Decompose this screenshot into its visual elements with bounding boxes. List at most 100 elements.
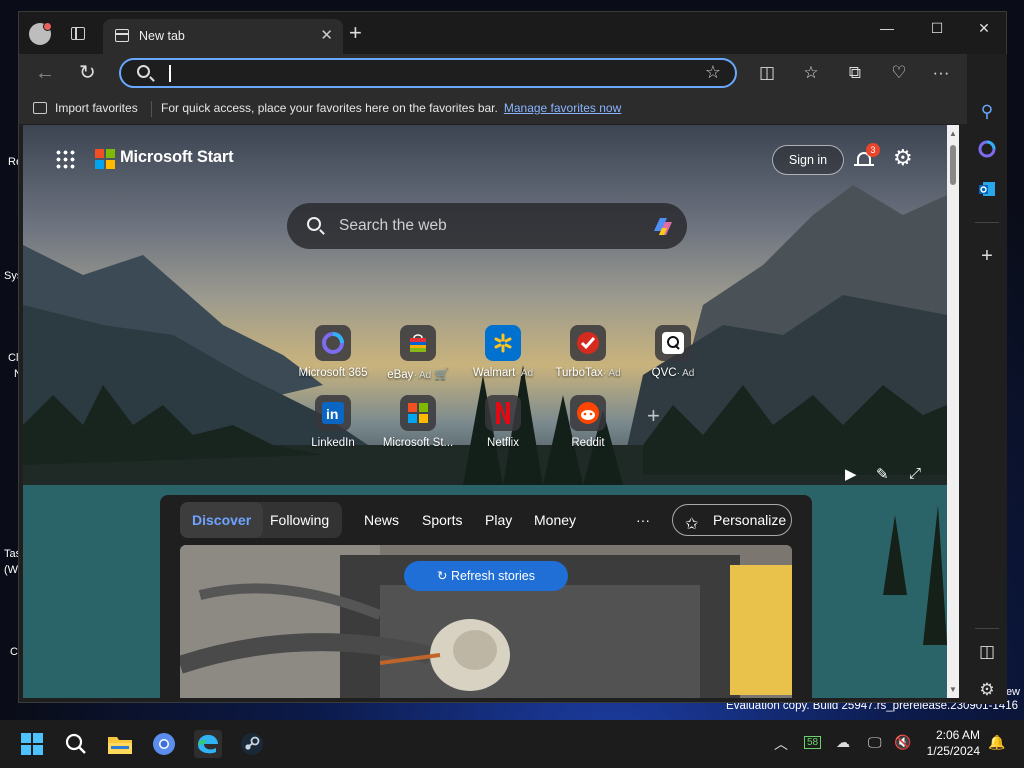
feed-link-sports[interactable]: Sports: [422, 502, 462, 538]
hide-sidebar-icon[interactable]: ◫: [975, 640, 999, 664]
divider: [975, 222, 999, 223]
cloud-offline-icon[interactable]: ☁: [836, 734, 850, 751]
app-launcher-icon[interactable]: [55, 149, 75, 169]
sidebar-add-icon[interactable]: +: [975, 244, 999, 268]
scroll-thumb[interactable]: [950, 145, 956, 185]
feed-tab-group: Discover Following: [180, 502, 342, 538]
show-hidden-icons-chevron-icon[interactable]: ︿: [774, 734, 788, 754]
expand-icon[interactable]: ⤢: [909, 465, 921, 482]
quick-link-tile[interactable]: eBay· Ad 🛒: [378, 325, 458, 395]
desktop-icon-label: ew: [1005, 686, 1020, 698]
tab-following[interactable]: Following: [258, 502, 341, 538]
sidebar-settings-gear-icon[interactable]: ⚙: [975, 678, 999, 702]
microsoft-logo: [95, 149, 115, 169]
edge-browser-icon[interactable]: [194, 730, 222, 758]
feed-link-money[interactable]: Money: [534, 502, 576, 538]
title-bar: New tab ✕ + — ☐ ✕: [19, 12, 1006, 54]
microsoft-365-icon: [315, 325, 351, 361]
news-feed-panel: Discover Following News Sports Play Mone…: [160, 495, 812, 698]
maximize-button[interactable]: ☐: [914, 18, 960, 38]
system-clock[interactable]: 2:06 AM 1/25/2024: [918, 727, 980, 759]
personalize-button[interactable]: ✩ Personalize: [672, 504, 792, 536]
tab-new-tab[interactable]: New tab ✕: [103, 19, 343, 54]
web-search-box[interactable]: [287, 203, 687, 249]
address-bar[interactable]: ☆: [119, 58, 737, 88]
import-favorites-label: Import favorites: [55, 101, 138, 115]
desktop-icon-label[interactable]: Cl: [8, 352, 18, 364]
scroll-up-icon[interactable]: ▲: [949, 129, 957, 138]
profile-avatar[interactable]: [29, 22, 52, 45]
tile-label: QVC· Ad: [651, 367, 695, 379]
new-tab-button[interactable]: +: [349, 21, 362, 45]
search-icon: [307, 217, 321, 231]
quick-link-tile[interactable]: TurboTax· Ad: [548, 325, 628, 395]
notifications-bell-icon[interactable]: 3: [854, 143, 880, 169]
taskbar-search-icon[interactable]: [62, 730, 90, 758]
file-explorer-icon[interactable]: [106, 730, 134, 758]
browser-window: New tab ✕ + — ☐ ✕ ← ↻ ☆ ◫ ☆ ⧉ ♡ ··· Impo…: [18, 11, 1007, 704]
volume-muted-icon[interactable]: 🔇: [894, 734, 911, 751]
start-windows-icon[interactable]: [18, 730, 46, 758]
quick-link-tile[interactable]: Microsoft 365: [293, 325, 373, 395]
copilot-icon[interactable]: [649, 212, 677, 240]
quick-link-tile[interactable]: Walmart· Ad: [463, 325, 543, 395]
favorite-star-icon[interactable]: ☆: [705, 62, 721, 83]
manage-favorites-link[interactable]: Manage favorites now: [504, 101, 621, 115]
favorites-hint: For quick access, place your favorites h…: [161, 101, 621, 115]
play-background-icon[interactable]: ▶: [845, 465, 857, 483]
quick-link-tile[interactable]: QVC· Ad: [633, 325, 713, 395]
feed-link-play[interactable]: Play: [485, 502, 512, 538]
web-search-input[interactable]: [339, 215, 619, 237]
tray-app-badge[interactable]: 58: [804, 736, 822, 749]
sidebar-outlook-icon[interactable]: [975, 180, 999, 204]
back-button[interactable]: ←: [35, 61, 55, 85]
tab-discover[interactable]: Discover: [180, 502, 264, 538]
refresh-button[interactable]: ↻: [79, 61, 96, 85]
page-settings-gear-icon[interactable]: ⚙: [893, 145, 913, 171]
brand-title[interactable]: Microsoft Start: [120, 148, 234, 167]
page-scrollbar[interactable]: ▲ ▼: [947, 125, 959, 698]
story-card-image[interactable]: ↻ Refresh stories: [180, 545, 792, 698]
more-menu-icon[interactable]: ···: [929, 63, 953, 83]
edit-background-icon[interactable]: ✎: [876, 465, 889, 483]
navigation-toolbar: ← ↻ ☆ ◫ ☆ ⧉ ♡ ···: [19, 54, 1006, 94]
browser-essentials-icon[interactable]: ♡: [887, 63, 911, 83]
notification-bell-icon[interactable]: 🔔: [988, 734, 1005, 751]
divider: [151, 101, 152, 117]
add-shortcut-icon[interactable]: +: [647, 403, 660, 429]
favorites-icon[interactable]: ☆: [799, 63, 823, 83]
address-input[interactable]: [173, 63, 673, 85]
favorites-hint-text: For quick access, place your favorites h…: [161, 101, 498, 115]
feed-more-button[interactable]: ···: [636, 502, 650, 538]
taskbar: ︿ 58 ☁ 🖵 🔇 2:06 AM 1/25/2024 🔔: [0, 720, 1024, 768]
quick-link-tile[interactable]: Netflix: [463, 395, 543, 465]
collections-icon[interactable]: ⧉: [843, 63, 867, 83]
sidebar-copilot-icon[interactable]: [975, 140, 999, 164]
chromium-browser-icon[interactable]: [150, 730, 178, 758]
steam-icon[interactable]: [238, 730, 266, 758]
quick-link-tile[interactable]: Microsoft St...: [378, 395, 458, 465]
tab-actions-icon[interactable]: [71, 27, 85, 40]
network-icon[interactable]: 🖵: [868, 734, 882, 751]
sidebar-search-icon[interactable]: ⚲: [975, 100, 999, 124]
desktop-icon-label[interactable]: (W: [4, 564, 18, 576]
sign-in-button[interactable]: Sign in: [772, 145, 844, 175]
tab-title: New tab: [139, 29, 185, 43]
desktop-icon-label[interactable]: C: [10, 646, 18, 658]
tile-label: Reddit: [571, 437, 605, 449]
quick-link-tile[interactable]: in LinkedIn: [293, 395, 373, 465]
close-window-button[interactable]: ✕: [961, 18, 1007, 38]
refresh-stories-button[interactable]: ↻ Refresh stories: [404, 561, 568, 591]
quick-link-tile[interactable]: Reddit: [548, 395, 628, 465]
new-tab-page: Microsoft Start Sign in 3 ⚙ Microsoft 36…: [23, 125, 947, 698]
new-tab-page-icon: [115, 29, 129, 42]
divider: [975, 628, 999, 629]
feed-link-news[interactable]: News: [364, 502, 399, 538]
minimize-button[interactable]: —: [864, 18, 910, 38]
split-screen-icon[interactable]: ◫: [755, 63, 779, 83]
personalize-label: Personalize: [713, 512, 787, 528]
import-favorites-button[interactable]: Import favorites: [33, 101, 138, 115]
microsoft-store-icon: [400, 395, 436, 431]
close-tab-icon[interactable]: ✕: [320, 26, 333, 44]
scroll-down-icon[interactable]: ▼: [949, 685, 957, 694]
